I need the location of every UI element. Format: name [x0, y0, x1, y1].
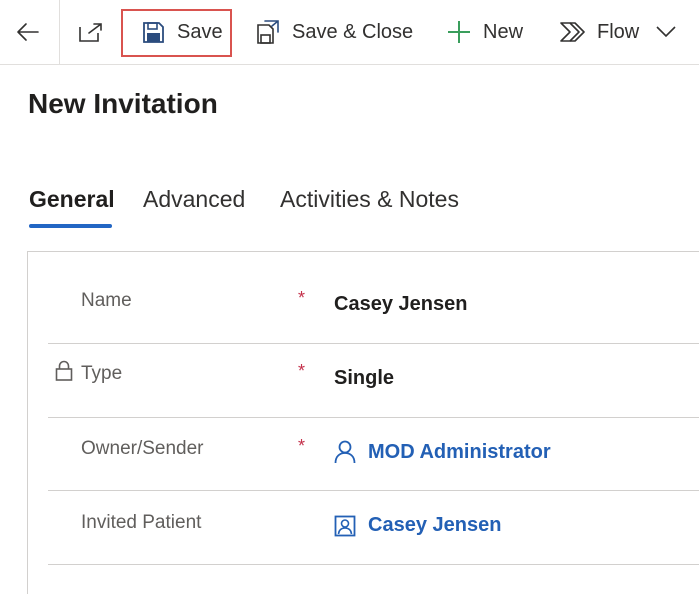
active-tab-indicator: [29, 224, 112, 228]
command-bar: Save Save & Close New Flow: [0, 0, 699, 65]
lock-icon: [55, 360, 73, 381]
owner-sender-lookup[interactable]: MOD Administrator: [334, 440, 551, 464]
back-button[interactable]: [16, 0, 40, 64]
required-indicator: *: [298, 288, 306, 308]
more-commands-chevron[interactable]: [656, 0, 676, 64]
row-divider: [48, 564, 699, 565]
save-and-close-icon: [257, 20, 279, 44]
toolbar-divider: [59, 0, 60, 64]
tab-general[interactable]: General: [29, 186, 115, 213]
row-divider: [48, 490, 699, 491]
invited-patient-label: Invited Patient: [81, 512, 202, 533]
save-and-close-button[interactable]: Save & Close: [256, 0, 413, 64]
back-arrow-icon: [17, 23, 39, 41]
owner-sender-label: Owner/Sender: [81, 438, 204, 459]
owner-sender-value[interactable]: MOD Administrator: [368, 441, 551, 464]
type-field: Single: [334, 367, 395, 389]
new-label: New: [483, 20, 524, 43]
flow-icon: [560, 22, 585, 42]
required-indicator: *: [298, 436, 306, 456]
plus-icon: [448, 21, 470, 43]
tab-activities-notes[interactable]: Activities & Notes: [280, 186, 459, 213]
invited-patient-value[interactable]: Casey Jensen: [368, 514, 501, 537]
new-button[interactable]: New: [447, 0, 523, 64]
open-new-window-icon: [79, 23, 102, 42]
name-label: Name: [81, 290, 132, 311]
save-and-close-label: Save & Close: [292, 20, 414, 43]
page-title: New Invitation: [28, 88, 218, 119]
open-in-new-window-button[interactable]: [78, 0, 104, 64]
row-divider: [48, 417, 699, 418]
flow-label: Flow: [597, 20, 640, 43]
chevron-down-icon: [656, 26, 676, 38]
form-page: Save Save & Close New Flow New Invitatio…: [0, 0, 699, 594]
tab-advanced[interactable]: Advanced: [143, 186, 245, 213]
user-icon: [334, 440, 356, 464]
invited-patient-lookup[interactable]: Casey Jensen: [334, 514, 501, 537]
type-label: Type: [81, 363, 123, 384]
flow-button[interactable]: Flow: [559, 0, 639, 64]
required-indicator: *: [298, 361, 306, 381]
row-divider: [48, 343, 699, 344]
name-field[interactable]: Casey Jensen: [334, 293, 467, 316]
save-highlight-box: [121, 9, 232, 57]
contact-card-icon: [334, 515, 356, 536]
